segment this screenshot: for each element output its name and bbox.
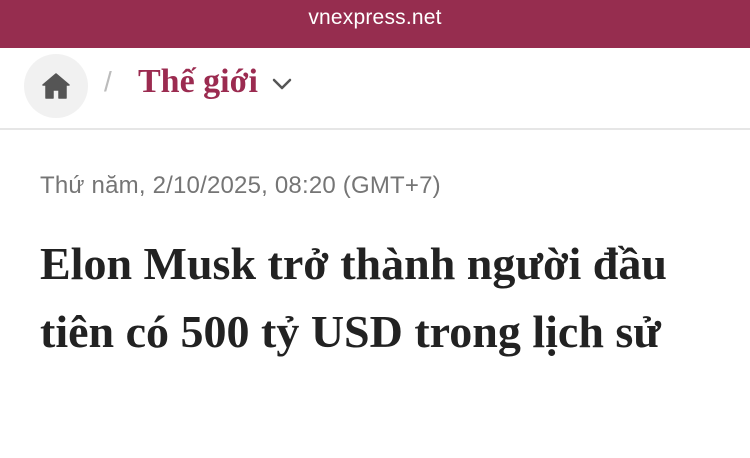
home-icon [42,73,70,99]
url-text[interactable]: vnexpress.net [308,6,441,30]
category-label[interactable]: Thế giới [138,60,258,104]
chevron-down-icon[interactable] [272,78,292,90]
breadcrumb: / Thế giới [0,48,750,130]
article-date: Thứ năm, 2/10/2025, 08:20 (GMT+7) [40,172,441,199]
home-button[interactable] [24,54,88,118]
article-title: Elon Musk trở thành người đầu tiên có 50… [40,238,667,357]
browser-url-bar[interactable]: vnexpress.net [0,0,750,48]
category-dropdown[interactable]: Thế giới [138,60,292,104]
breadcrumb-separator: / [104,66,112,97]
